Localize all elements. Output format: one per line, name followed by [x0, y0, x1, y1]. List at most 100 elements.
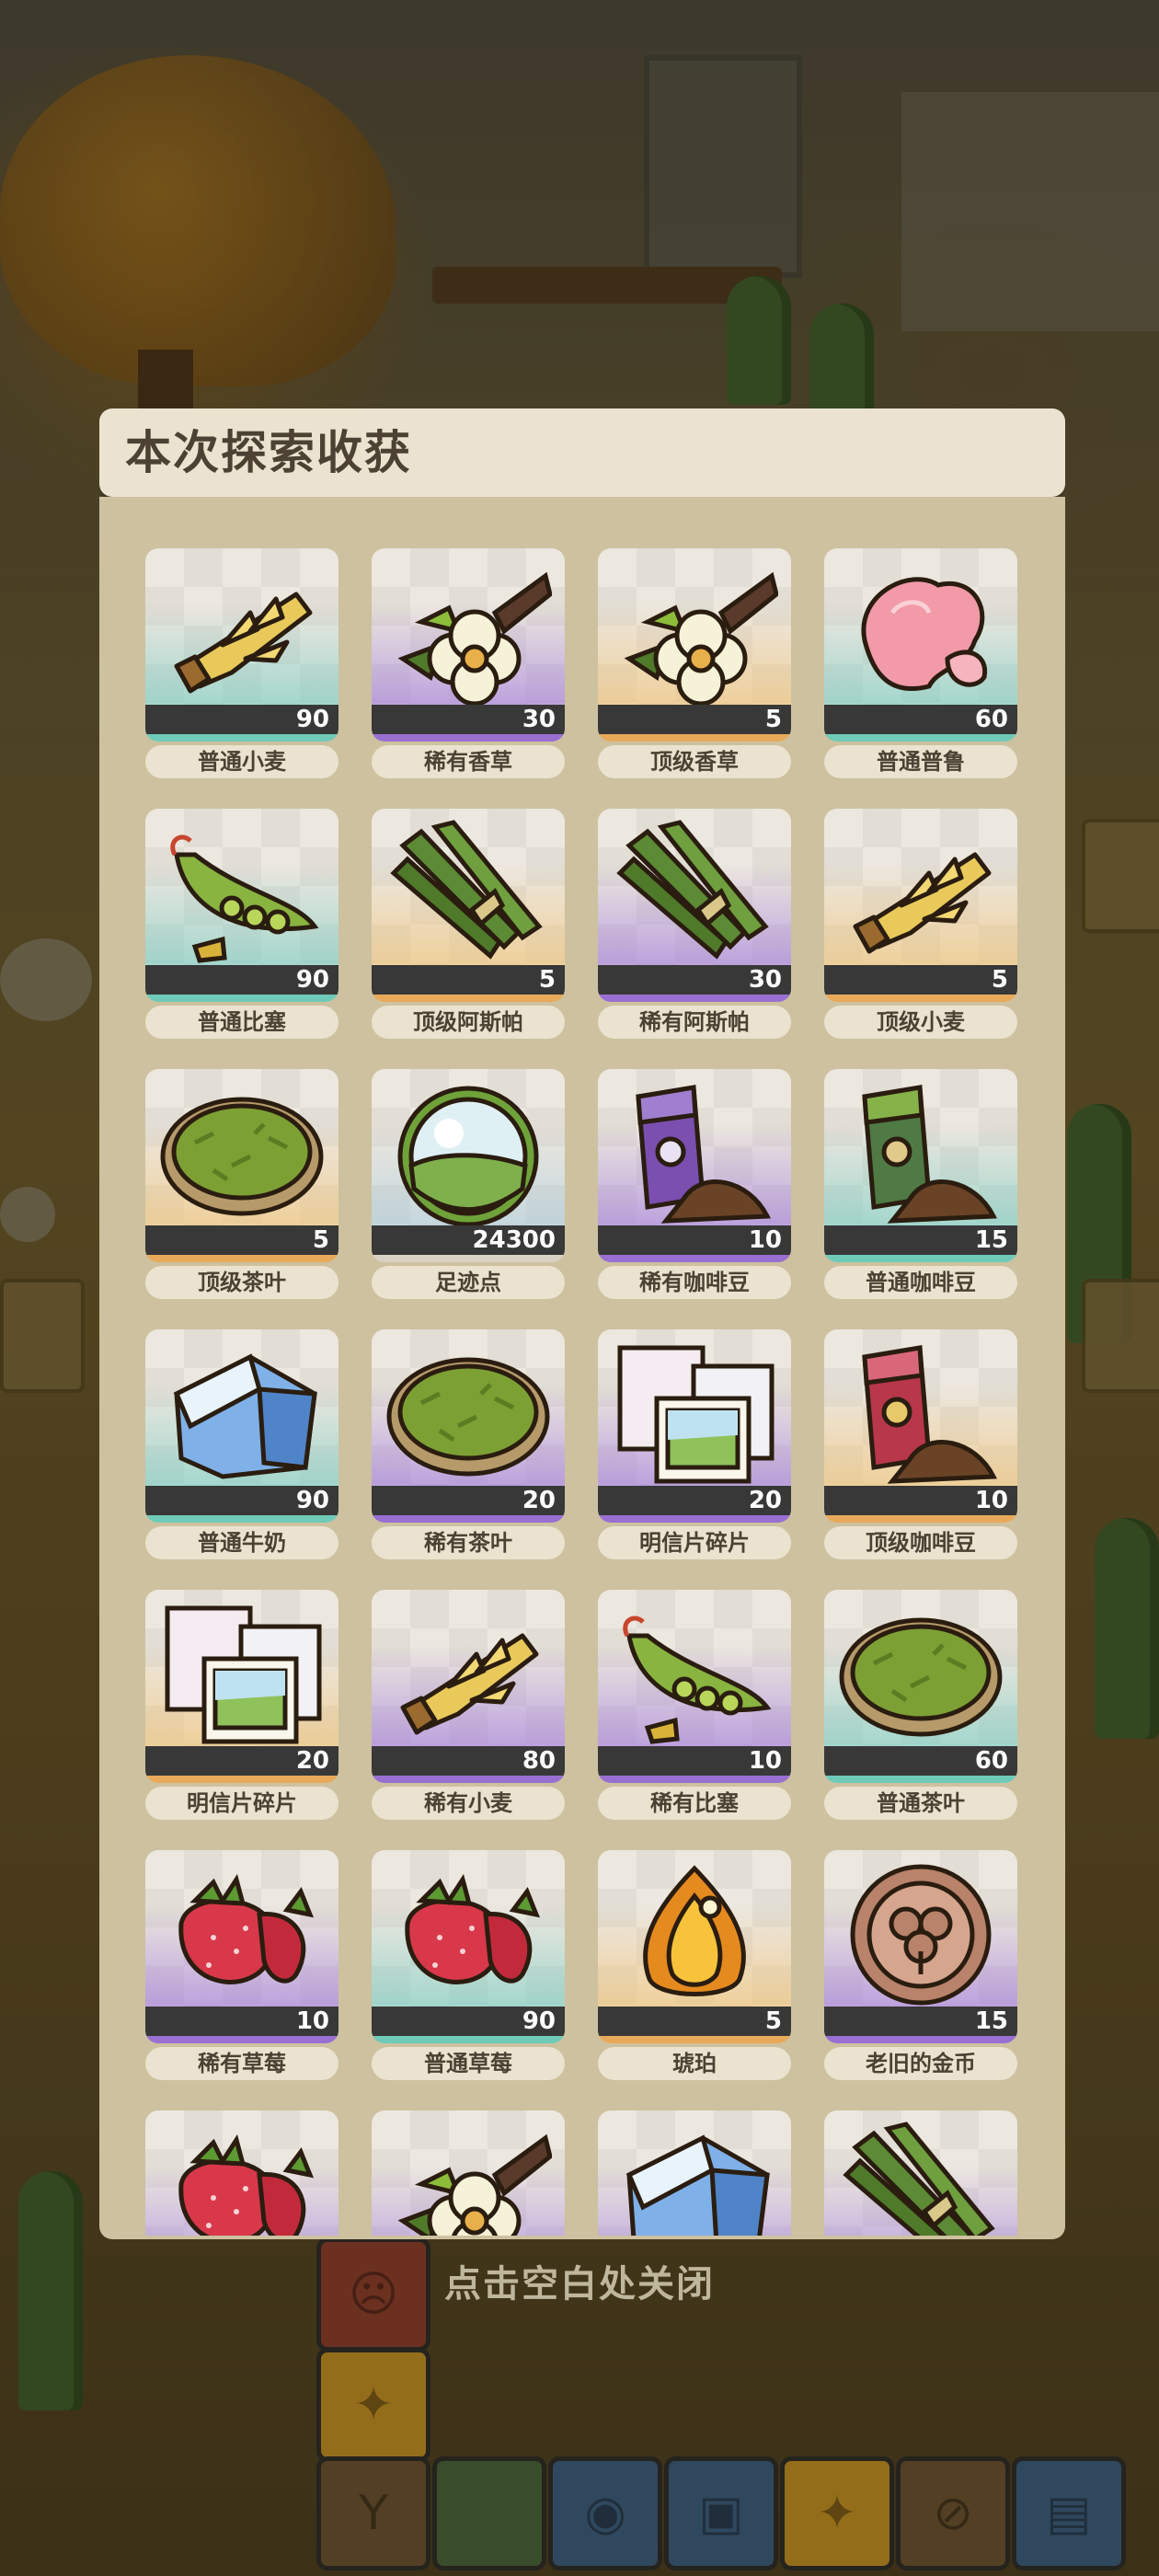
- rarity-stripe: [824, 734, 1017, 742]
- reward-name-label: 稀有咖啡豆: [598, 1266, 791, 1299]
- reward-card[interactable]: 90: [145, 548, 339, 742]
- reward-card[interactable]: 5: [824, 809, 1017, 1002]
- reward-card[interactable]: 15: [824, 1069, 1017, 1262]
- reward-name-label: 普通普鲁: [824, 745, 1017, 778]
- amber-icon: [611, 1859, 778, 2007]
- reward-name-label: 稀有草莓: [145, 2047, 339, 2080]
- reward-item[interactable]: 60 普通茶叶: [824, 1590, 1017, 1820]
- rarity-stripe: [145, 995, 339, 1002]
- reward-item[interactable]: 20 明信片碎片: [145, 1590, 339, 1820]
- reward-card[interactable]: 60: [824, 548, 1017, 742]
- rarity-stripe: [372, 1776, 565, 1783]
- quantity-bar: 90: [372, 2007, 565, 2036]
- reward-card[interactable]: [372, 2110, 565, 2236]
- reward-item[interactable]: 5 琥珀: [598, 1850, 791, 2080]
- quantity-value: 10: [748, 1226, 782, 1254]
- coffee-bag-purple-icon: [611, 1078, 778, 1225]
- quantity-bar: 90: [145, 1486, 339, 1515]
- reward-item[interactable]: 10 稀有比塞: [598, 1590, 791, 1820]
- close-hint[interactable]: 点击空白处关闭: [0, 2259, 1159, 2310]
- vanilla-flower-icon: [611, 558, 779, 707]
- quantity-value: 20: [522, 1487, 556, 1514]
- reward-item[interactable]: 10 顶级咖啡豆: [824, 1329, 1017, 1559]
- quantity-value: 10: [974, 1487, 1008, 1514]
- reward-card[interactable]: 10: [598, 1590, 791, 1783]
- quantity-value: 5: [991, 966, 1008, 994]
- strawberry-icon: [158, 1859, 326, 2007]
- reward-item[interactable]: 15 老旧的金币: [824, 1850, 1017, 2080]
- reward-item[interactable]: 30 稀有阿斯帕: [598, 809, 791, 1039]
- quantity-bar: 5: [145, 1225, 339, 1255]
- reward-card[interactable]: [824, 2110, 1017, 2236]
- footprint-orb-icon: [384, 1078, 552, 1227]
- rarity-stripe: [598, 1776, 791, 1783]
- reward-card[interactable]: 90: [372, 1850, 565, 2043]
- reward-card[interactable]: 10: [824, 1329, 1017, 1523]
- reward-card[interactable]: 10: [145, 1850, 339, 2043]
- quantity-bar: 5: [372, 965, 565, 995]
- reward-card[interactable]: 30: [372, 548, 565, 742]
- quantity-value: 60: [974, 706, 1008, 733]
- rewards-grid[interactable]: 90 普通小麦 30 稀有香草 5 顶级香草 60 普通普鲁 90 普通比塞 5…: [145, 548, 1019, 2236]
- reward-item[interactable]: 10 稀有草莓: [145, 1850, 339, 2080]
- reward-card[interactable]: 20: [372, 1329, 565, 1523]
- wheat-icon: [837, 818, 1004, 965]
- rarity-stripe: [598, 2036, 791, 2043]
- reward-item[interactable]: 90 普通牛奶: [145, 1329, 339, 1559]
- reward-name-label: 琥珀: [598, 2047, 791, 2080]
- asparagus-icon: [611, 818, 778, 965]
- reward-card[interactable]: 80: [372, 1590, 565, 1783]
- reward-card[interactable]: 60: [824, 1590, 1017, 1783]
- quantity-bar: 10: [598, 1746, 791, 1776]
- reward-item[interactable]: [598, 2110, 791, 2236]
- reward-card[interactable]: 24300: [372, 1069, 565, 1262]
- reward-card[interactable]: 20: [145, 1590, 339, 1783]
- reward-item[interactable]: [824, 2110, 1017, 2236]
- reward-card[interactable]: 5: [145, 1069, 339, 1262]
- reward-card[interactable]: [598, 2110, 791, 2236]
- quantity-value: 90: [295, 1487, 329, 1514]
- coffee-bag-green-icon: [837, 1078, 1004, 1225]
- quantity-bar: 80: [372, 1746, 565, 1776]
- reward-item[interactable]: [372, 2110, 565, 2236]
- reward-item[interactable]: 20 明信片碎片: [598, 1329, 791, 1559]
- reward-card[interactable]: 5: [598, 548, 791, 742]
- reward-item[interactable]: 60 普通普鲁: [824, 548, 1017, 778]
- reward-item[interactable]: 10 稀有咖啡豆: [598, 1069, 791, 1299]
- quantity-bar: 24300: [372, 1225, 565, 1255]
- reward-card[interactable]: [145, 2110, 339, 2236]
- quantity-bar: 10: [824, 1486, 1017, 1515]
- reward-card[interactable]: 20: [598, 1329, 791, 1523]
- reward-item[interactable]: 5 顶级阿斯帕: [372, 809, 565, 1039]
- reward-item[interactable]: 15 普通咖啡豆: [824, 1069, 1017, 1299]
- reward-item[interactable]: [145, 2110, 339, 2236]
- reward-card[interactable]: 15: [824, 1850, 1017, 2043]
- reward-item[interactable]: 90 普通比塞: [145, 809, 339, 1039]
- rarity-stripe: [372, 1255, 565, 1262]
- reward-item[interactable]: 90 普通小麦: [145, 548, 339, 778]
- quantity-bar: 30: [372, 705, 565, 734]
- reward-name-label: 普通比塞: [145, 1006, 339, 1039]
- rewards-panel[interactable]: 90 普通小麦 30 稀有香草 5 顶级香草 60 普通普鲁 90 普通比塞 5…: [99, 497, 1065, 2239]
- reward-item[interactable]: 90 普通草莓: [372, 1850, 565, 2080]
- reward-item[interactable]: 20 稀有茶叶: [372, 1329, 565, 1559]
- reward-item[interactable]: 30 稀有香草: [372, 548, 565, 778]
- reward-item[interactable]: 5 顶级香草: [598, 548, 791, 778]
- reward-card[interactable]: 90: [145, 809, 339, 1002]
- rarity-stripe: [372, 1515, 565, 1523]
- reward-card[interactable]: 90: [145, 1329, 339, 1523]
- reward-item[interactable]: 80 稀有小麦: [372, 1590, 565, 1820]
- reward-card[interactable]: 5: [598, 1850, 791, 2043]
- reward-item[interactable]: 5 顶级茶叶: [145, 1069, 339, 1299]
- pea-pod-icon: [158, 818, 326, 965]
- reward-card[interactable]: 10: [598, 1069, 791, 1262]
- rarity-stripe: [598, 734, 791, 742]
- exploration-rewards-dialog: 本次探索收获 90 普通小麦 30 稀有香草 5 顶级香草 60 普通普鲁 90…: [99, 408, 1065, 2239]
- quantity-bar: 60: [824, 1746, 1017, 1776]
- reward-item[interactable]: 24300 足迹点: [372, 1069, 565, 1299]
- reward-card[interactable]: 30: [598, 809, 791, 1002]
- rarity-stripe: [145, 1255, 339, 1262]
- reward-name-label: 普通咖啡豆: [824, 1266, 1017, 1299]
- reward-card[interactable]: 5: [372, 809, 565, 1002]
- reward-item[interactable]: 5 顶级小麦: [824, 809, 1017, 1039]
